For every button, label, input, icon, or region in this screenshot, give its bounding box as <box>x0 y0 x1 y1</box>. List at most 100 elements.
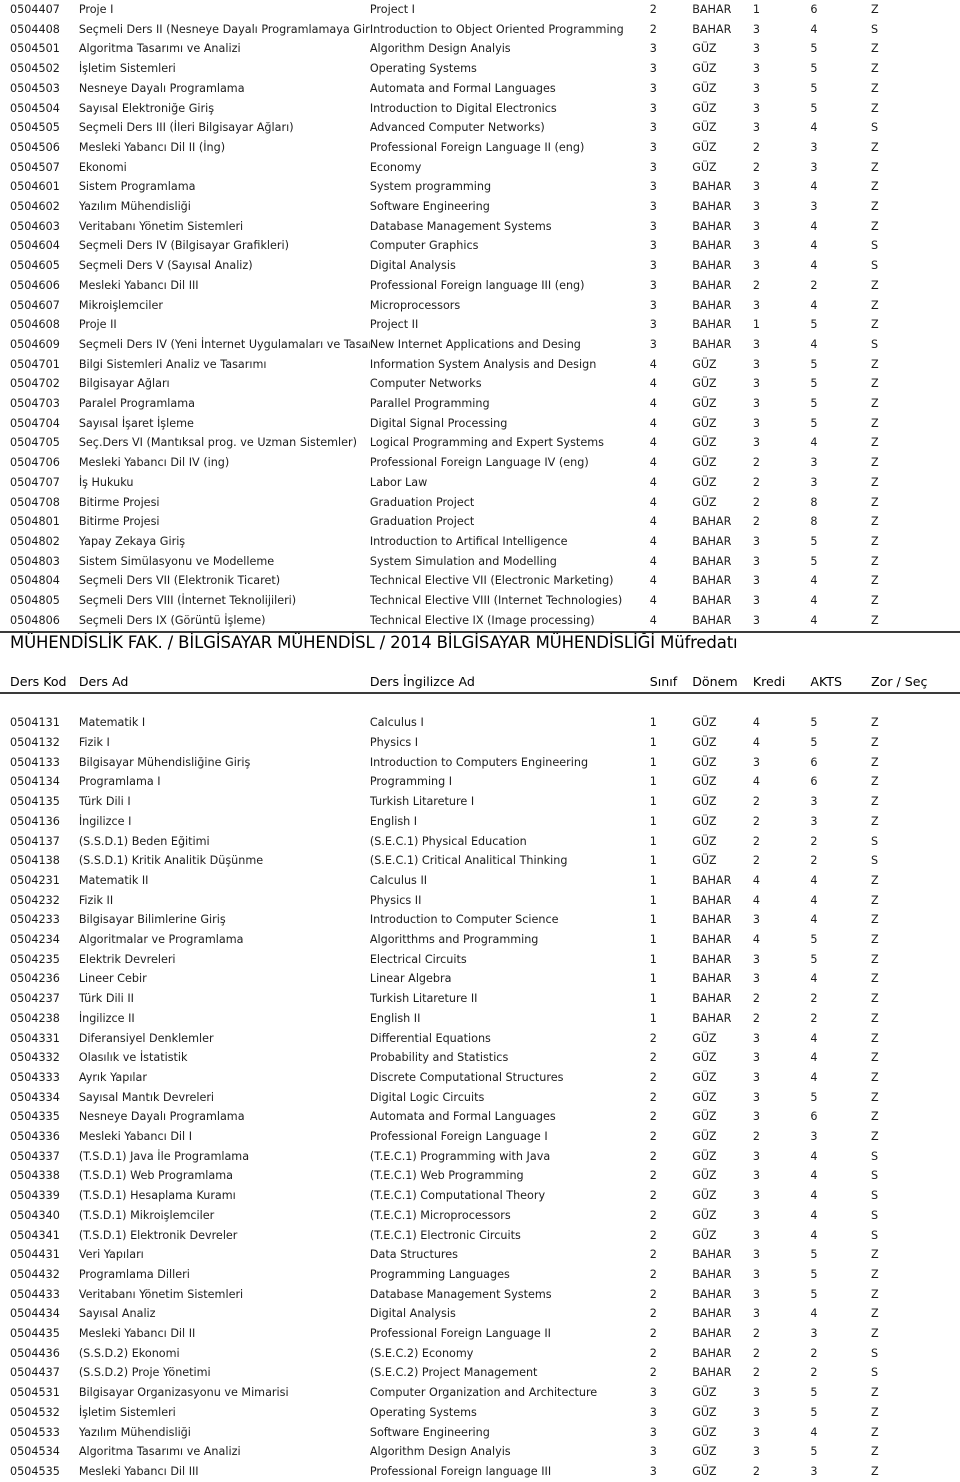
table-row: 0504603 Veritabanı Yönetim Sistemleri Data… <box>0 217 960 237</box>
cell-course-code: 0504801 <box>10 515 60 529</box>
cell-course-code: 0504601 <box>10 180 60 194</box>
table-row: 0504237 Türk Dili II Turkish Litareture II… <box>0 989 960 1009</box>
cell-course-code: 0504704 <box>10 416 60 430</box>
column-header-eng-name: Ders İngilizce Ad <box>369 671 650 694</box>
cell-class: 2 <box>649 1346 657 1360</box>
cell-type: Z <box>871 436 879 450</box>
cell-class: 1 <box>649 755 657 769</box>
cell-term: GÜZ <box>692 1386 717 1400</box>
cell-akts: 5 <box>810 101 818 115</box>
cell-course-code: 0504234 <box>10 933 60 947</box>
cell-credit: 3 <box>752 239 760 253</box>
cell-course-name: Mesleki Yabancı Dil II <box>78 1327 196 1341</box>
cell-course-code: 0504806 <box>10 613 60 627</box>
cell-course-eng-name: Introduction to Artifical Intelligence <box>369 534 568 548</box>
cell-course-code: 0504609 <box>10 337 60 351</box>
cell-akts: 8 <box>810 515 818 529</box>
cell-course-eng-name: Calculus II <box>369 873 428 887</box>
cell-course-code: 0504703 <box>10 397 60 411</box>
table-row: 0504335 Nesneye Dayalı Programlama Automat… <box>0 1107 960 1127</box>
cell-credit: 3 <box>752 1267 760 1281</box>
cell-term: BAHAR <box>692 1011 732 1025</box>
cell-akts: 4 <box>810 1149 818 1163</box>
cell-course-code: 0504501 <box>10 42 60 56</box>
cell-course-eng-name: Electrical Circuits <box>369 952 467 966</box>
cell-course-name: Veritabanı Yönetim Sistemleri <box>78 1287 244 1301</box>
cell-credit: 3 <box>752 1386 760 1400</box>
cell-class: 1 <box>649 992 657 1006</box>
cell-credit: 3 <box>752 1208 760 1222</box>
cell-term: BAHAR <box>692 3 732 16</box>
cell-type: Z <box>871 1405 879 1419</box>
cell-type: Z <box>871 873 879 887</box>
cell-akts: 5 <box>810 1248 818 1262</box>
cell-course-eng-name: Physics I <box>369 735 419 749</box>
cell-course-eng-name: English I <box>369 814 418 828</box>
cell-akts: 4 <box>810 436 818 450</box>
cell-credit: 2 <box>752 1366 760 1380</box>
cell-credit: 2 <box>752 1327 760 1341</box>
cell-type: Z <box>871 278 879 292</box>
cell-type: Z <box>871 1287 879 1301</box>
cell-course-code: 0504607 <box>10 298 60 312</box>
cell-type: Z <box>871 893 879 907</box>
table-row: 0504407 Proje I Project I 2 BAHAR 1 6 Z <box>0 0 960 20</box>
cell-type: S <box>871 239 879 253</box>
cell-credit: 3 <box>752 337 760 351</box>
cell-type: Z <box>871 1248 879 1262</box>
cell-akts: 4 <box>810 893 818 907</box>
cell-course-eng-name: (T.E.C.1) Web Programming <box>369 1169 524 1183</box>
cell-course-eng-name: Professional Foreign language III (eng) <box>369 278 585 292</box>
cell-course-code: 0504534 <box>10 1445 60 1459</box>
cell-class: 3 <box>649 121 657 135</box>
cell-course-code: 0504432 <box>10 1267 60 1281</box>
cell-type: Z <box>871 3 879 16</box>
cell-course-code: 0504137 <box>10 834 60 848</box>
cell-course-eng-name: Logical Programming and Expert Systems <box>369 436 604 450</box>
cell-class: 4 <box>649 397 657 411</box>
table-row: 0504609 Seçmeli Ders IV (Yeni İnternet Uy… <box>0 335 960 355</box>
table-row: 0504535 Mesleki Yabancı Dil III Profession… <box>0 1462 960 1482</box>
cell-course-code: 0504341 <box>10 1228 60 1242</box>
cell-term: GÜZ <box>692 62 717 76</box>
cell-course-code: 0504435 <box>10 1327 60 1341</box>
cell-course-code: 0504505 <box>10 121 60 135</box>
cell-class: 4 <box>649 613 657 627</box>
cell-type: Z <box>871 1425 879 1439</box>
cell-course-code: 0504236 <box>10 972 60 986</box>
cell-class: 3 <box>649 1386 657 1400</box>
cell-class: 3 <box>649 101 657 115</box>
cell-course-eng-name: (T.E.C.1) Computational Theory <box>369 1189 546 1203</box>
cell-course-name: Sayısal İşaret İşleme <box>78 416 194 430</box>
cell-credit: 2 <box>752 1346 760 1360</box>
cell-credit: 3 <box>752 416 760 430</box>
cell-term: GÜZ <box>692 42 717 56</box>
cell-course-code: 0504133 <box>10 755 60 769</box>
cell-akts: 5 <box>810 1267 818 1281</box>
cell-course-name: Seçmeli Ders II (Nesneye Dayalı Programl… <box>78 22 370 36</box>
cell-course-eng-name: New Internet Applications and Desing <box>369 337 581 351</box>
cell-term: BAHAR <box>692 873 732 887</box>
cell-course-code: 0504235 <box>10 952 60 966</box>
cell-course-name: Programlama I <box>78 775 161 789</box>
cell-credit: 3 <box>752 180 760 194</box>
table-row: 0504434 Sayısal Analiz Digital Analysis 2 BA… <box>0 1304 960 1324</box>
cell-course-name: Bilgisayar Ağları <box>78 377 170 391</box>
curriculum-top-section: 0504407 Proje I Project I 2 BAHAR 1 6 Z 0504408 S… <box>0 0 960 632</box>
cell-credit: 3 <box>752 377 760 391</box>
cell-course-eng-name: Computer Graphics <box>369 239 479 253</box>
cell-akts: 3 <box>810 160 818 174</box>
table-row: 0504131 Matematik I Calculus I 1 GÜZ 4 5 Z <box>0 713 960 733</box>
table-row: 0504707 İş Hukuku Labor Law 4 GÜZ 2 3 Z <box>0 473 960 493</box>
cell-term: BAHAR <box>692 239 732 253</box>
cell-course-name: Seçmeli Ders III (İleri Bilgisayar Ağlar… <box>78 121 294 135</box>
cell-term: BAHAR <box>692 574 732 588</box>
cell-course-code: 0504138 <box>10 854 60 868</box>
table-row: 0504137 (S.S.D.1) Beden Eğitimi (S.E.C.1) … <box>0 832 960 852</box>
cell-course-code: 0504504 <box>10 101 60 115</box>
cell-course-eng-name: Technical Elective VIII (Internet Techno… <box>369 594 623 608</box>
cell-akts: 2 <box>810 1346 818 1360</box>
cell-term: GÜZ <box>692 735 717 749</box>
cell-type: Z <box>871 1307 879 1321</box>
cell-term: BAHAR <box>692 219 732 233</box>
